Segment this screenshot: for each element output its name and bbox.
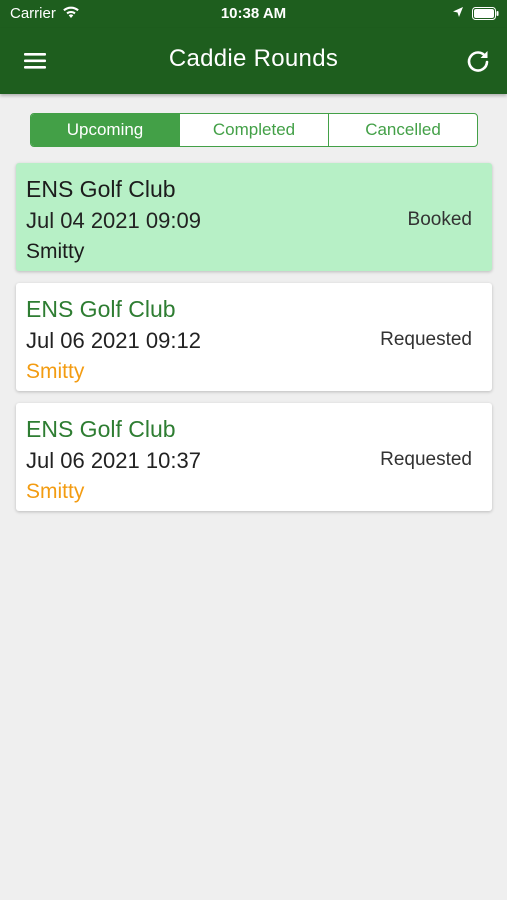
tab-cancelled[interactable]: Cancelled <box>328 114 477 146</box>
caddie-name: Smitty <box>26 240 85 263</box>
round-filter-tabs: Upcoming Completed Cancelled <box>30 113 478 147</box>
status-badge: Requested <box>380 449 472 470</box>
round-datetime: Jul 04 2021 09:09 <box>26 208 201 233</box>
club-name: ENS Golf Club <box>26 416 176 442</box>
battery-icon <box>472 7 499 24</box>
clock: 10:38 AM <box>220 5 287 22</box>
round-card[interactable]: ENS Golf Club Jul 06 2021 10:37 Smitty R… <box>16 403 492 511</box>
location-icon <box>452 6 464 23</box>
round-datetime: Jul 06 2021 10:37 <box>26 448 201 473</box>
caddie-name: Smitty <box>26 360 85 383</box>
status-bar: Carrier 10:38 AM <box>0 0 507 28</box>
status-badge: Booked <box>407 209 472 230</box>
header: Caddie Rounds <box>0 28 507 94</box>
tab-upcoming[interactable]: Upcoming <box>31 114 179 146</box>
club-name: ENS Golf Club <box>26 296 176 322</box>
refresh-icon[interactable] <box>464 47 492 75</box>
caddie-name: Smitty <box>26 480 85 503</box>
tab-completed[interactable]: Completed <box>179 114 328 146</box>
round-card[interactable]: ENS Golf Club Jul 06 2021 09:12 Smitty R… <box>16 283 492 391</box>
round-card[interactable]: ENS Golf Club Jul 04 2021 09:09 Smitty B… <box>16 163 492 271</box>
page-title: Caddie Rounds <box>168 45 339 72</box>
round-datetime: Jul 06 2021 09:12 <box>26 328 201 353</box>
status-badge: Requested <box>380 329 472 350</box>
club-name: ENS Golf Club <box>26 176 176 202</box>
